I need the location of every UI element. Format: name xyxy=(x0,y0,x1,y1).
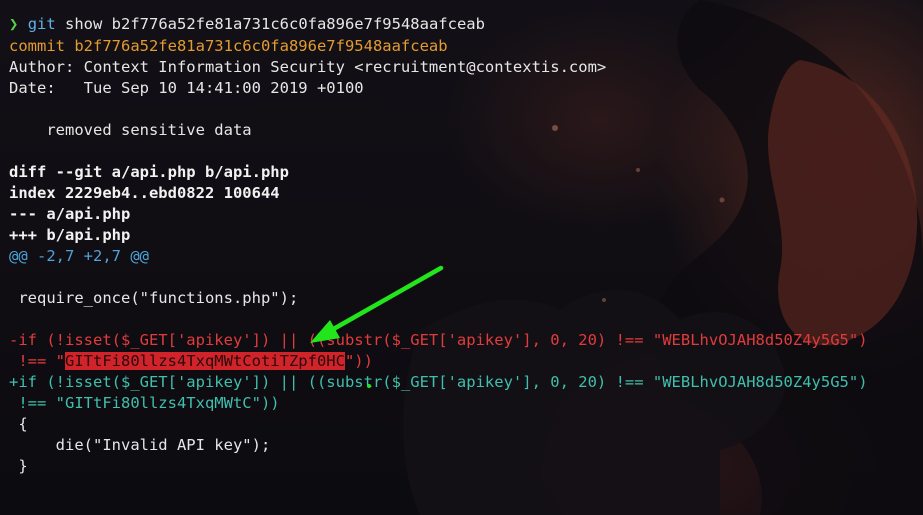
diff-old-file: --- a/api.php xyxy=(9,205,131,223)
command-arguments: show b2f776a52fe81a731c6c0fa896e7f9548aa… xyxy=(55,15,485,33)
code-brace-open: { xyxy=(9,415,28,433)
commit-hash-line: commit b2f776a52fe81a731c6c0fa896e7f9548… xyxy=(9,37,448,55)
highlighted-secret-key: GITtFi80llzs4TxqMWtCotiTZpf0HC xyxy=(65,352,345,370)
diff-removed-line-continued: !== "GITtFi80llzs4TxqMWtCotiTZpf0HC")) xyxy=(9,351,373,372)
diff-header: diff --git a/api.php b/api.php xyxy=(9,163,289,181)
code-die-line: die("Invalid API key"); xyxy=(9,436,271,454)
commit-message: removed sensitive data xyxy=(9,121,252,139)
date-line: Date: Tue Sep 10 14:41:00 2019 +0100 xyxy=(9,79,364,97)
diff-hunk-header: @@ -2,7 +2,7 @@ xyxy=(9,247,149,265)
diff-added-line: +if (!isset($_GET['apikey']) || ((substr… xyxy=(9,373,868,391)
code-brace-close: } xyxy=(9,457,28,475)
author-line: Author: Context Information Security <re… xyxy=(9,58,607,76)
command-git: git xyxy=(27,15,56,33)
removed-suffix: ")) xyxy=(344,352,373,370)
removed-prefix: !== " xyxy=(9,352,65,370)
terminal-output[interactable]: ❯ git show b2f776a52fe81a731c6c0fa896e7f… xyxy=(0,0,923,515)
diff-new-file: +++ b/api.php xyxy=(9,226,131,244)
diff-index-line: index 2229eb4..ebd0822 100644 xyxy=(9,184,280,202)
prompt-line: ❯ git show b2f776a52fe81a731c6c0fa896e7f… xyxy=(9,14,485,35)
terminal-window[interactable]: ❯ git show b2f776a52fe81a731c6c0fa896e7f… xyxy=(0,0,923,515)
diff-context-require: require_once("functions.php"); xyxy=(9,289,299,307)
prompt-arrow-icon: ❯ xyxy=(9,15,19,33)
diff-added-line-continued: !== "GITtFi80llzs4TxqMWtC")) xyxy=(9,394,280,412)
diff-removed-line: -if (!isset($_GET['apikey']) || ((substr… xyxy=(9,331,868,349)
